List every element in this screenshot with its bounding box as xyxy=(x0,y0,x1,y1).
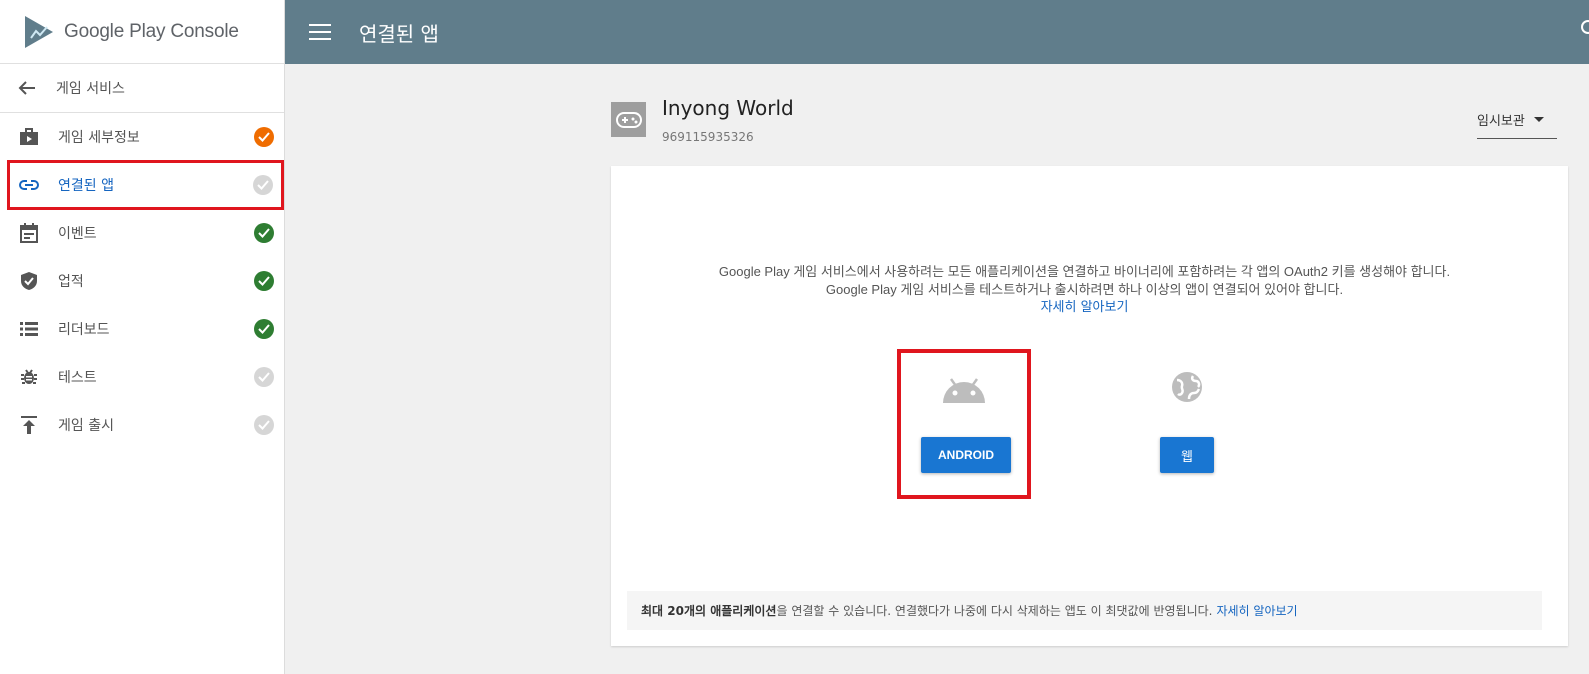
app-header: Inyong World 969115935326 임시보관 xyxy=(611,96,1557,146)
learn-more-link[interactable]: 자세히 알아보기 xyxy=(711,299,1458,317)
bug-icon xyxy=(18,366,40,388)
sidebar-item-achievements[interactable]: 업적 xyxy=(0,257,284,305)
back-label: 게임 서비스 xyxy=(56,81,125,97)
save-state-label: 임시보관 xyxy=(1477,114,1525,129)
status-check-icon xyxy=(254,271,274,291)
app-name: Inyong World xyxy=(662,96,794,120)
link-icon xyxy=(18,174,40,196)
menu-icon[interactable] xyxy=(309,24,331,40)
briefcase-icon xyxy=(18,126,40,148)
note-bold: 최대 20개의 애플리케이션 xyxy=(641,604,777,618)
sidebar-item-game-details[interactable]: 게임 세부정보 xyxy=(0,113,284,161)
list-icon xyxy=(18,318,40,340)
brand-name-console: Console xyxy=(170,20,239,42)
android-icon xyxy=(901,375,1027,405)
sidebar-item-label: 이벤트 xyxy=(58,226,97,242)
android-button[interactable]: ANDROID xyxy=(921,437,1011,473)
status-check-icon xyxy=(254,319,274,339)
save-state-dropdown[interactable]: 임시보관 xyxy=(1477,110,1557,139)
sidebar-item-testing[interactable]: 테스트 xyxy=(0,353,284,401)
sidebar-item-label: 리더보드 xyxy=(58,322,110,338)
sidebar-item-label: 테스트 xyxy=(58,370,97,386)
brand-name-google: Google Play xyxy=(64,20,166,42)
calendar-icon xyxy=(18,222,40,244)
description-text: Google Play 게임 서비스에서 사용하려는 모든 애플리케이션을 연결… xyxy=(718,264,1451,297)
sidebar-item-label: 게임 출시 xyxy=(58,418,114,434)
sidebar-item-label: 업적 xyxy=(58,274,84,290)
shield-icon xyxy=(18,270,40,292)
back-to-game-services[interactable]: 게임 서비스 xyxy=(0,64,284,113)
sidebar-item-label: 게임 세부정보 xyxy=(58,130,140,146)
publish-icon xyxy=(18,414,40,436)
chevron-down-icon xyxy=(1533,117,1544,122)
status-check-icon xyxy=(254,127,274,147)
app-limit-note: 최대 20개의 애플리케이션 을 연결할 수 있습니다. 연결했다가 나중에 다… xyxy=(627,591,1542,630)
status-check-icon xyxy=(254,415,274,435)
sidebar-item-leaderboards[interactable]: 리더보드 xyxy=(0,305,284,353)
brand-logo[interactable]: Google Play Console xyxy=(0,0,284,64)
sidebar: Google Play Console 게임 서비스 게임 세부정보 연결된 앱 xyxy=(0,0,285,674)
note-learn-more-link[interactable]: 자세히 알아보기 xyxy=(1216,602,1297,619)
sidebar-item-events[interactable]: 이벤트 xyxy=(0,209,284,257)
status-check-icon xyxy=(254,367,274,387)
sidebar-item-linked-apps[interactable]: 연결된 앱 xyxy=(7,160,284,210)
gamepad-icon xyxy=(611,102,646,137)
arrow-back-icon xyxy=(18,81,35,95)
globe-icon xyxy=(1160,371,1214,403)
web-button[interactable]: 웹 xyxy=(1160,437,1214,473)
search-icon[interactable] xyxy=(1581,20,1589,34)
android-option: ANDROID xyxy=(897,349,1031,499)
linked-apps-card: Google Play 게임 서비스에서 사용하려는 모든 애플리케이션을 연결… xyxy=(611,166,1568,646)
status-check-icon xyxy=(253,175,273,195)
play-console-logo-icon xyxy=(25,15,53,48)
sidebar-item-publishing[interactable]: 게임 출시 xyxy=(0,401,284,449)
top-app-bar: 연결된 앱 xyxy=(285,0,1589,64)
linked-apps-description: Google Play 게임 서비스에서 사용하려는 모든 애플리케이션을 연결… xyxy=(711,263,1458,317)
app-id: 969115935326 xyxy=(662,130,754,144)
note-text: 을 연결할 수 있습니다. 연결했다가 나중에 다시 삭제하는 앱도 이 최댓값… xyxy=(776,604,1213,618)
sidebar-item-label: 연결된 앱 xyxy=(58,178,114,194)
sidebar-nav: 게임 세부정보 연결된 앱 이벤트 업적 리더보드 테스트 게임 출시 xyxy=(0,113,284,449)
web-option: 웹 xyxy=(1160,371,1214,481)
status-check-icon xyxy=(254,223,274,243)
page-title: 연결된 앱 xyxy=(359,21,439,46)
